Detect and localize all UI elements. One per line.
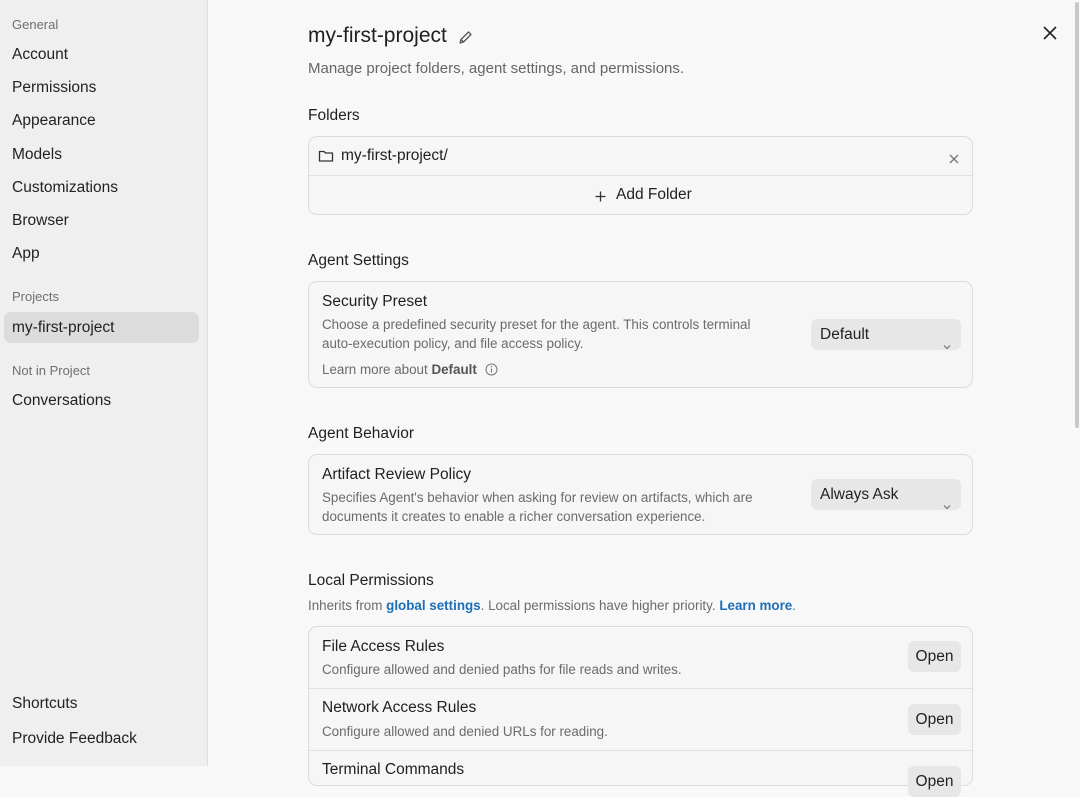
add-folder-label: Add Folder [616, 186, 692, 203]
inherit-suffix: . [792, 598, 796, 613]
page-subtitle: Manage project folders, agent settings, … [308, 60, 685, 77]
network-access-open-button[interactable]: Open [908, 704, 961, 735]
security-preset-value: Default [820, 326, 870, 343]
sidebar-item-browser[interactable]: Browser [12, 212, 69, 230]
add-folder-button[interactable]: Add Folder [309, 176, 972, 214]
sidebar-item-permissions[interactable]: Permissions [12, 79, 96, 97]
learn-more-link[interactable]: Learn more [719, 598, 792, 613]
security-preset-select[interactable]: Default [811, 319, 961, 350]
row-divider [309, 750, 972, 751]
info-icon [485, 362, 498, 381]
folders-heading: Folders [308, 107, 360, 124]
security-preset-title: Security Preset [322, 293, 428, 310]
sidebar-item-models[interactable]: Models [12, 146, 62, 164]
learn-more-default[interactable]: Learn more about Default [322, 360, 498, 381]
inherit-prefix: Inherits from [308, 598, 387, 613]
learn-more-bold: Default [431, 362, 477, 377]
agent-behavior-heading: Agent Behavior [308, 425, 414, 442]
chevron-down-icon [943, 490, 951, 521]
file-access-desc: Configure allowed and denied paths for f… [322, 662, 682, 677]
sidebar-item-shortcuts[interactable]: Shortcuts [12, 695, 77, 713]
global-settings-link[interactable]: global settings [386, 598, 481, 613]
file-access-title: File Access Rules [322, 638, 445, 655]
section-label-projects: Projects [12, 289, 59, 304]
local-permissions-note: Inherits from global settings. Local per… [308, 598, 796, 613]
security-preset-desc-1: Choose a predefined security preset for … [322, 317, 751, 332]
learn-more-prefix: Learn more about [322, 362, 432, 377]
security-preset-desc-2: auto-execution policy, and file access p… [322, 336, 584, 351]
network-access-title: Network Access Rules [322, 699, 477, 716]
section-label-not-in-project: Not in Project [12, 363, 91, 378]
terminal-commands-open-button[interactable]: Open [908, 766, 961, 797]
plus-icon [595, 189, 606, 207]
scrollbar-thumb[interactable] [1075, 2, 1079, 428]
close-icon[interactable] [1043, 26, 1057, 45]
sidebar-item-feedback[interactable]: Provide Feedback [12, 730, 137, 748]
sidebar-item-account[interactable]: Account [12, 46, 68, 64]
artifact-review-value: Always Ask [820, 486, 899, 503]
artifact-review-card: Artifact Review Policy Specifies Agent's… [308, 454, 973, 535]
sidebar: General Account Permissions Appearance M… [0, 0, 208, 766]
remove-folder-icon[interactable] [949, 151, 959, 169]
file-access-open-button[interactable]: Open [908, 641, 961, 672]
network-access-desc: Configure allowed and denied URLs for re… [322, 724, 608, 739]
permissions-card: File Access Rules Configure allowed and … [308, 626, 973, 797]
row-divider [309, 688, 972, 689]
scrollbar[interactable] [1074, 0, 1080, 766]
artifact-review-desc-1: Specifies Agent's behavior when asking f… [322, 490, 753, 505]
sidebar-item-customizations[interactable]: Customizations [12, 179, 118, 197]
folders-card: my-first-project/ Add Folder [308, 136, 973, 215]
local-permissions-heading: Local Permissions [308, 572, 434, 589]
folder-name: my-first-project/ [341, 147, 448, 164]
section-label-general: General [12, 17, 59, 32]
agent-settings-heading: Agent Settings [308, 252, 409, 269]
sidebar-item-appearance[interactable]: Appearance [12, 112, 96, 130]
artifact-review-desc-2: documents it creates to enable a richer … [322, 509, 706, 524]
folder-icon [318, 149, 334, 168]
sidebar-item-app[interactable]: App [12, 245, 40, 263]
edit-pencil-icon[interactable] [458, 30, 473, 50]
main-panel: my-first-project Manage project folders,… [208, 0, 1080, 797]
sidebar-item-project[interactable]: my-first-project [12, 319, 114, 337]
inherit-mid: . Local permissions have higher priority… [480, 598, 720, 613]
chevron-down-icon [943, 330, 951, 361]
artifact-review-title: Artifact Review Policy [322, 466, 472, 483]
artifact-review-select[interactable]: Always Ask [811, 479, 961, 510]
page-title: my-first-project [308, 24, 447, 47]
security-preset-card: Security Preset Choose a predefined secu… [308, 281, 973, 388]
sidebar-item-conversations[interactable]: Conversations [12, 392, 111, 410]
terminal-commands-title: Terminal Commands [322, 761, 465, 778]
